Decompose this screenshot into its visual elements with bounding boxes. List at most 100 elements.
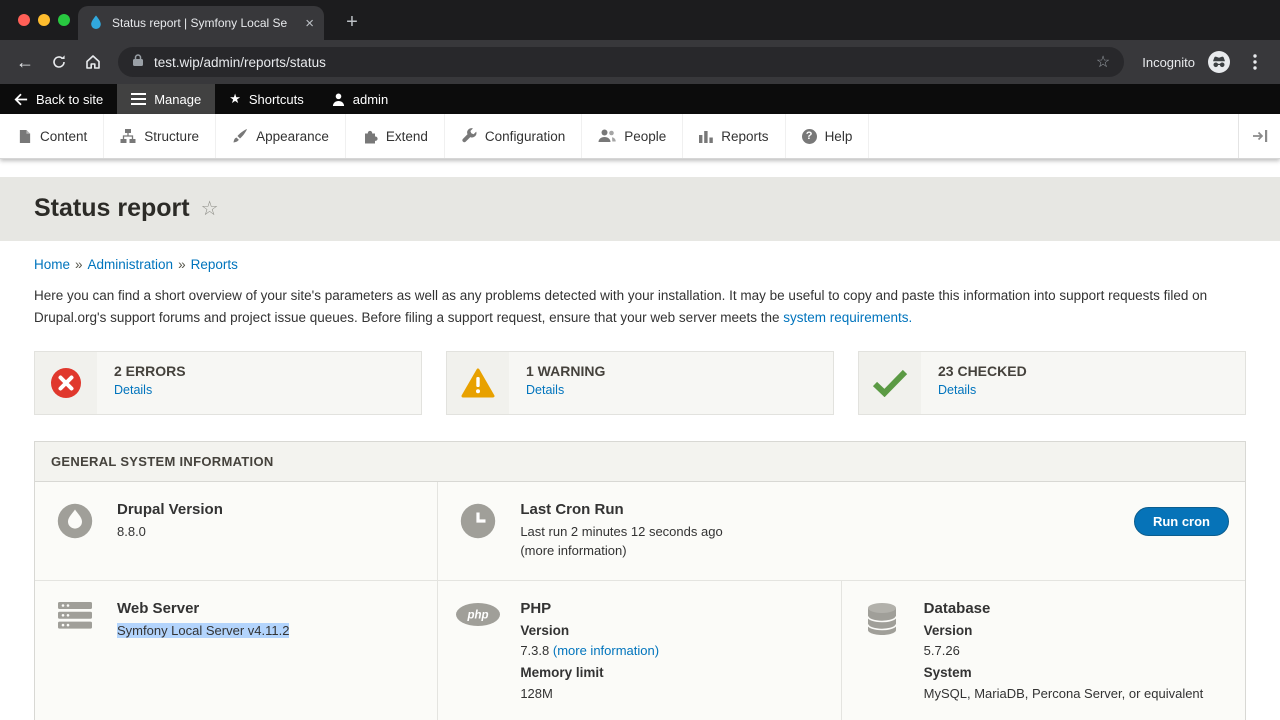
back-to-site-link[interactable]: Back to site bbox=[0, 84, 117, 114]
window-zoom-button[interactable] bbox=[58, 14, 70, 26]
admin-user-label: admin bbox=[353, 92, 388, 107]
address-bar[interactable]: test.wip/admin/reports/status ☆ bbox=[118, 47, 1124, 77]
new-tab-button[interactable]: + bbox=[340, 10, 364, 34]
breadcrumb: Home » Administration » Reports bbox=[34, 257, 1246, 272]
incognito-label: Incognito bbox=[1142, 55, 1195, 70]
shortcuts-tab[interactable]: ★ Shortcuts bbox=[215, 84, 318, 114]
menu-item-extend[interactable]: Extend bbox=[346, 114, 445, 158]
arrow-left-icon bbox=[14, 93, 28, 106]
checkmark-icon bbox=[859, 352, 921, 414]
menu-item-label: Structure bbox=[144, 129, 199, 144]
database-icon bbox=[858, 600, 906, 704]
last-cron-run-cell: Last Cron Run Last run 2 minutes 12 seco… bbox=[438, 482, 1245, 581]
document-icon bbox=[18, 129, 32, 144]
lock-icon bbox=[132, 53, 144, 72]
bookmark-star-icon[interactable]: ☆ bbox=[1096, 52, 1110, 72]
star-icon: ★ bbox=[229, 91, 241, 107]
back-to-site-label: Back to site bbox=[36, 92, 103, 107]
menu-item-appearance[interactable]: Appearance bbox=[216, 114, 346, 158]
breadcrumb-home-link[interactable]: Home bbox=[34, 257, 70, 272]
checked-details-link[interactable]: Details bbox=[938, 383, 1027, 397]
php-version-label: Version bbox=[520, 621, 659, 641]
reload-button[interactable] bbox=[44, 47, 74, 77]
back-button[interactable]: ← bbox=[10, 47, 40, 77]
collapse-icon bbox=[1251, 129, 1268, 143]
drupal-version-title: Drupal Version bbox=[117, 501, 223, 518]
status-summary-cards: 2 ERRORS Details 1 WARNING Details 23 CH… bbox=[34, 351, 1246, 415]
manage-label: Manage bbox=[154, 92, 201, 107]
errors-details-link[interactable]: Details bbox=[114, 383, 186, 397]
intro-body: Here you can find a short overview of yo… bbox=[34, 288, 1207, 325]
help-icon: ? bbox=[802, 129, 817, 144]
warnings-card: 1 WARNING Details bbox=[446, 351, 834, 415]
menu-item-label: Appearance bbox=[256, 129, 329, 144]
browser-tab[interactable]: Status report | Symfony Local Se × bbox=[78, 6, 324, 40]
page-title: Status report bbox=[34, 194, 190, 223]
svg-text:php: php bbox=[467, 609, 489, 621]
cron-more-information-link[interactable]: (more information) bbox=[520, 541, 722, 561]
wrench-icon bbox=[461, 128, 477, 144]
warnings-count-label: 1 WARNING bbox=[526, 363, 605, 379]
drupal-admin-toolbar: Back to site Manage ★ Shortcuts admin bbox=[0, 84, 1280, 114]
general-system-information-section: GENERAL SYSTEM INFORMATION Drupal Versio… bbox=[34, 441, 1246, 720]
menu-item-help[interactable]: ? Help bbox=[786, 114, 870, 158]
run-cron-button[interactable]: Run cron bbox=[1134, 507, 1229, 536]
menu-item-label: Configuration bbox=[485, 129, 565, 144]
menu-item-configuration[interactable]: Configuration bbox=[445, 114, 582, 158]
menu-item-label: Content bbox=[40, 129, 87, 144]
puzzle-icon bbox=[362, 128, 378, 144]
warnings-details-link[interactable]: Details bbox=[526, 383, 605, 397]
incognito-icon bbox=[1208, 51, 1230, 73]
errors-card: 2 ERRORS Details bbox=[34, 351, 422, 415]
menu-item-label: Extend bbox=[386, 129, 428, 144]
database-cell: Database Version 5.7.26 System MySQL, Ma… bbox=[842, 581, 1245, 720]
home-icon bbox=[84, 53, 102, 71]
breadcrumb-administration-link[interactable]: Administration bbox=[88, 257, 174, 272]
url-text[interactable]: test.wip/admin/reports/status bbox=[154, 55, 1086, 70]
tab-title: Status report | Symfony Local Se bbox=[112, 16, 297, 30]
page-header: Status report ☆ bbox=[0, 177, 1280, 241]
breadcrumb-separator: » bbox=[75, 257, 83, 272]
checked-card: 23 CHECKED Details bbox=[858, 351, 1246, 415]
php-memory-limit-value: 128M bbox=[520, 684, 659, 704]
menu-item-reports[interactable]: Reports bbox=[683, 114, 785, 158]
menu-item-content[interactable]: Content bbox=[0, 114, 104, 158]
error-icon bbox=[35, 352, 97, 414]
drupal-version-value: 8.8.0 bbox=[117, 522, 223, 542]
reload-icon bbox=[50, 53, 68, 71]
manage-tab[interactable]: Manage bbox=[117, 84, 215, 114]
home-button[interactable] bbox=[78, 47, 108, 77]
breadcrumb-reports-link[interactable]: Reports bbox=[191, 257, 238, 272]
system-info-row-2: Web Server Symfony Local Server v4.11.2 … bbox=[35, 581, 1245, 720]
checked-count-label: 23 CHECKED bbox=[938, 363, 1027, 379]
php-logo-icon: php bbox=[454, 600, 502, 704]
database-system-label: System bbox=[924, 663, 1204, 683]
database-version-value: 5.7.26 bbox=[924, 641, 1204, 661]
server-icon bbox=[51, 600, 99, 704]
window-close-button[interactable] bbox=[18, 14, 30, 26]
toolbar-orientation-toggle[interactable] bbox=[1238, 114, 1280, 158]
system-info-row-1: Drupal Version 8.8.0 Last Cron Run Last … bbox=[35, 482, 1245, 581]
window-controls bbox=[18, 14, 70, 26]
tab-close-icon[interactable]: × bbox=[305, 16, 314, 31]
menu-item-people[interactable]: People bbox=[582, 114, 683, 158]
intro-text: Here you can find a short overview of yo… bbox=[34, 285, 1246, 329]
drupal-logo-icon bbox=[51, 501, 99, 561]
cron-status-text: Last run 2 minutes 12 seconds ago bbox=[520, 522, 722, 542]
window-minimize-button[interactable] bbox=[38, 14, 50, 26]
php-cell: php PHP Version 7.3.8 (more information)… bbox=[438, 581, 841, 720]
php-version-value: 7.3.8 bbox=[520, 643, 549, 658]
warning-icon bbox=[447, 352, 509, 414]
system-requirements-link[interactable]: system requirements. bbox=[783, 310, 912, 325]
admin-user-tab[interactable]: admin bbox=[318, 84, 402, 114]
browser-toolbar: ← test.wip/admin/reports/status ☆ Incogn… bbox=[0, 40, 1280, 84]
php-more-information-link[interactable]: (more information) bbox=[553, 643, 659, 658]
errors-count-label: 2 ERRORS bbox=[114, 363, 186, 379]
menu-kebab-icon[interactable] bbox=[1240, 47, 1270, 77]
breadcrumb-separator: » bbox=[178, 257, 186, 272]
database-version-label: Version bbox=[924, 621, 1204, 641]
favorite-star-icon[interactable]: ☆ bbox=[201, 196, 219, 221]
user-icon bbox=[332, 93, 345, 106]
menu-item-label: Help bbox=[825, 129, 853, 144]
menu-item-structure[interactable]: Structure bbox=[104, 114, 216, 158]
